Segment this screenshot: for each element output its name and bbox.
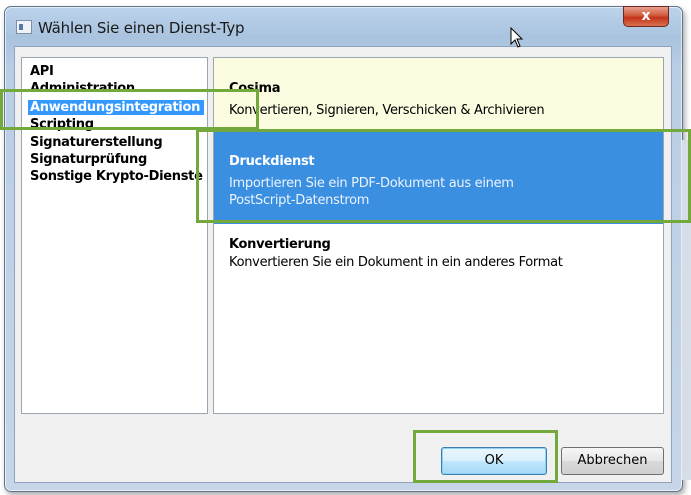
category-item-signaturpruefung[interactable]: Signaturprüfung — [30, 152, 147, 167]
category-list: API Administration Anwendungsintegration… — [21, 57, 208, 414]
service-description: Konvertieren Sie ein Dokument in ein and… — [229, 255, 563, 270]
service-title: Druckdienst — [229, 154, 315, 169]
category-item-scripting[interactable]: Scripting — [30, 117, 94, 132]
category-item-signaturerstellung[interactable]: Signaturerstellung — [30, 135, 163, 150]
background-scrollbar — [682, 140, 691, 480]
category-item-api[interactable]: API — [30, 64, 54, 79]
category-item-anwendungsintegration[interactable]: Anwendungsintegration — [28, 100, 205, 115]
category-item-administration[interactable]: Administration — [30, 81, 135, 96]
service-title: Konvertierung — [229, 237, 331, 252]
service-description: Importieren Sie ein PDF-Dokument aus ein… — [229, 176, 514, 208]
title-bar[interactable]: Wählen Sie einen Dienst-Typ x — [5, 6, 682, 45]
window-title: Wählen Sie einen Dienst-Typ — [38, 19, 245, 37]
close-button[interactable]: x — [623, 6, 669, 27]
ok-button[interactable]: OK — [441, 447, 547, 475]
mouse-cursor-icon — [510, 27, 524, 48]
service-item-konvertierung[interactable]: Konvertierung Konvertieren Sie ein Dokum… — [214, 224, 663, 294]
service-list: Cosima Konvertieren, Signieren, Verschic… — [213, 57, 664, 414]
window-icon — [16, 20, 32, 34]
service-item-druckdienst[interactable]: Druckdienst Importieren Sie ein PDF-Doku… — [214, 132, 663, 224]
cancel-button[interactable]: Abbrechen — [561, 447, 664, 475]
service-title: Cosima — [229, 81, 281, 96]
service-item-cosima[interactable]: Cosima Konvertieren, Signieren, Verschic… — [214, 58, 663, 132]
service-description: Konvertieren, Signieren, Verschicken & A… — [229, 103, 545, 118]
category-item-sonstige-krypto-dienste[interactable]: Sonstige Krypto-Dienste — [30, 169, 203, 184]
